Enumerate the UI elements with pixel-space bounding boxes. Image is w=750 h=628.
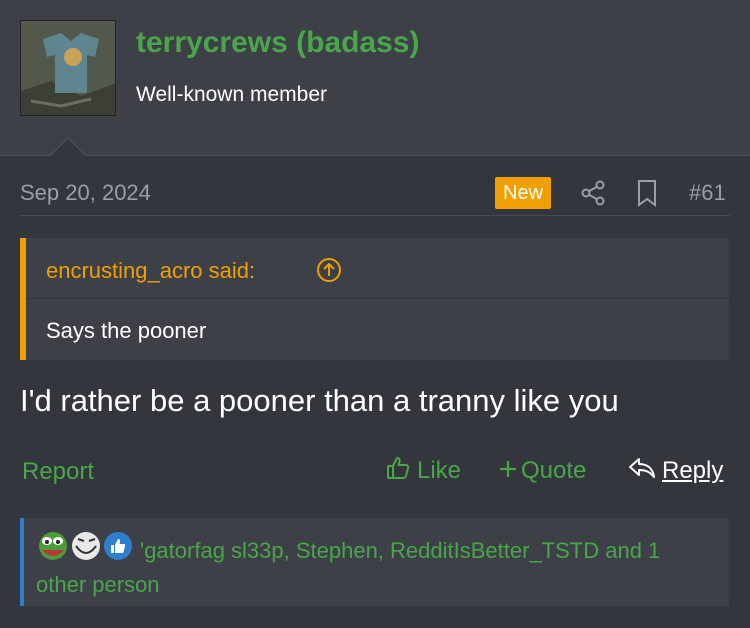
quote-button[interactable]: Quote (499, 456, 586, 486)
bookmark-icon[interactable] (636, 179, 658, 207)
avatar[interactable] (20, 20, 116, 116)
new-badge: New (495, 177, 552, 209)
quote-text: Says the pooner (46, 318, 207, 343)
quote-block: encrusting_acro said: Says the pooner (20, 238, 729, 360)
quote-attribution[interactable]: encrusting_acro said: (46, 258, 255, 284)
reply-label: Reply (662, 457, 724, 484)
thumbs-up-icon (385, 455, 411, 488)
like-button[interactable]: Like (385, 456, 461, 486)
quote-header: encrusting_acro said: (26, 238, 729, 299)
like-label: Like (417, 457, 462, 484)
post-body: I'd rather be a pooner than a tranny lik… (20, 383, 619, 418)
user-title: Well-known member (136, 83, 327, 106)
quote-label: Quote (521, 457, 587, 484)
share-icon[interactable] (580, 180, 606, 206)
username[interactable]: terrycrews (badass) (136, 26, 419, 60)
post-number-link[interactable]: #61 (689, 180, 726, 206)
report-link[interactable]: Report (22, 458, 94, 486)
post-date[interactable]: Sep 20, 2024 (20, 180, 151, 206)
plus-icon (499, 457, 517, 485)
header-pointer (50, 139, 86, 157)
meta-divider (20, 215, 730, 216)
user-header: terrycrews (badass) Well-known member (0, 0, 750, 156)
reply-button[interactable]: Reply (628, 456, 723, 486)
reactions-summary[interactable]: 'gatorfag sl33p, Stephen, RedditIsBetter… (36, 534, 716, 602)
reactions-bar: 'gatorfag sl33p, Stephen, RedditIsBetter… (20, 518, 729, 606)
arrow-up-circle-icon[interactable] (316, 257, 342, 283)
reply-arrow-icon (628, 456, 656, 487)
